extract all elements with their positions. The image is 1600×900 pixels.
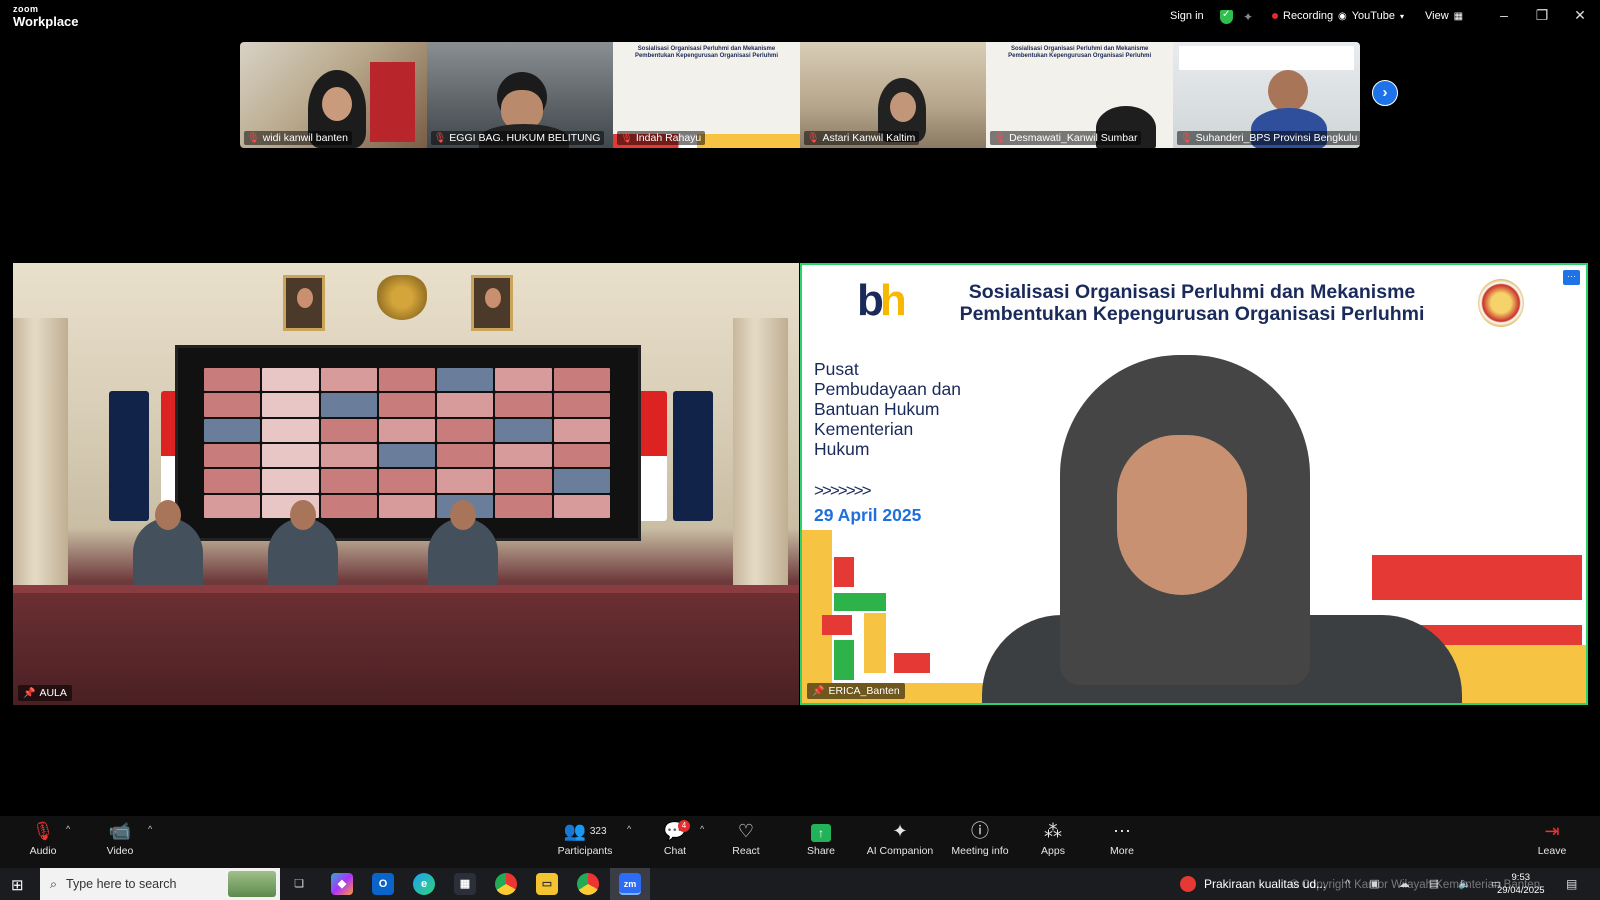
- ministry-emblem: [1478, 279, 1524, 327]
- next-page-button[interactable]: ›: [1372, 80, 1398, 106]
- slide-body: Pusat Pembudayaan dan Bantuan Hukum Keme…: [814, 359, 961, 459]
- copilot-icon[interactable]: ◆: [331, 873, 353, 895]
- slide-date: 29 April 2025: [814, 505, 922, 525]
- sparkle-icon[interactable]: ✦: [1243, 10, 1253, 24]
- muted-mic-icon: 🎙: [806, 132, 820, 144]
- sign-in-link[interactable]: Sign in: [1170, 10, 1204, 22]
- zoom-app-icon[interactable]: zm: [619, 873, 641, 895]
- video-aula[interactable]: 📌 AULA: [13, 263, 799, 705]
- participant-tile[interactable]: 🎙 widi kanwil banten: [240, 42, 427, 148]
- video-options-caret-icon[interactable]: ^: [148, 824, 152, 834]
- muted-mic-icon: 🎙: [620, 132, 633, 144]
- participants-caret-icon[interactable]: ^: [627, 824, 631, 834]
- participants-button[interactable]: 👥 323 Participants: [549, 820, 621, 857]
- participant-name: 🎙 Indah Rahayu: [617, 131, 706, 145]
- broadcast-icon: ◉: [1338, 10, 1347, 22]
- chat-caret-icon[interactable]: ^: [700, 824, 704, 834]
- muted-mic-icon: 🎙: [247, 132, 260, 144]
- ellipsis-icon: ⋯: [1113, 821, 1131, 841]
- institution-flag: [109, 391, 149, 521]
- store-icon[interactable]: ▦: [454, 873, 476, 895]
- garuda-emblem: [377, 275, 427, 320]
- leave-icon: ⇥: [1544, 821, 1560, 841]
- participant-name: 🎙 Suhanderi_BPS Provinsi Bengkulu: [1176, 131, 1360, 145]
- ai-companion-button[interactable]: ✦ AI Companion: [860, 820, 940, 857]
- share-arrow-icon: ↑: [811, 824, 831, 842]
- video-label: 📌 AULA: [18, 685, 72, 701]
- apps-button[interactable]: ⁂ Apps: [1018, 820, 1088, 857]
- muted-mic-icon: 🎙: [433, 132, 447, 144]
- participant-name: 🎙 EGGI BAG. HUKUM BELITUNG: [430, 131, 605, 145]
- slide-title: Sosialisasi Organisasi Perluhmi dan Meka…: [959, 281, 1425, 325]
- task-view-icon[interactable]: ❏: [288, 873, 310, 895]
- copyright-watermark: © Copyright Kantor Wilayah Kementerian B…: [1290, 879, 1541, 891]
- participant-tile[interactable]: Sosialisasi Organisasi Perluhmi dan Meka…: [986, 42, 1173, 148]
- air-quality-icon: [1180, 876, 1196, 892]
- video-label: 📌 ERICA_Banten: [807, 683, 905, 699]
- info-icon: ⓘ: [971, 821, 989, 841]
- participant-tile[interactable]: 🎙 Suhanderi_BPS Provinsi Bengkulu: [1172, 42, 1360, 148]
- share-button[interactable]: ↑ Share: [786, 820, 856, 857]
- wall-screen: [175, 345, 641, 541]
- participant-tile[interactable]: 🎙 EGGI BAG. HUKUM BELITUNG: [426, 42, 614, 148]
- participant-name: 🎙 widi kanwil banten: [244, 131, 352, 145]
- restore-icon[interactable]: ❐: [1527, 7, 1557, 24]
- chevron-down-icon: ▾: [1399, 11, 1404, 21]
- video-active-speaker[interactable]: bh Sosialisasi Organisasi Perluhmi dan M…: [800, 263, 1588, 705]
- recording-dot-icon: [1272, 13, 1278, 19]
- speaker-video: [982, 355, 1462, 703]
- muted-mic-icon: 🎙: [1179, 132, 1193, 144]
- participants-icon: 👥: [563, 821, 586, 841]
- notification-icon[interactable]: ▤: [1566, 877, 1577, 891]
- participant-tile[interactable]: Sosialisasi Organisasi Perluhmi dan Meka…: [613, 42, 800, 148]
- heart-icon: ♡: [737, 821, 755, 841]
- participant-strip: 🎙 widi kanwil banten 🎙 EGGI BAG. HUKUM BEL…: [240, 42, 1360, 148]
- minimize-icon[interactable]: –: [1489, 7, 1519, 23]
- pin-icon: 📌: [23, 687, 36, 699]
- edge-icon[interactable]: e: [413, 873, 435, 895]
- pin-icon: 📌: [812, 685, 825, 697]
- recording-indicator[interactable]: Recording: [1272, 10, 1333, 22]
- more-button[interactable]: ⋯ More: [1087, 820, 1157, 857]
- audio-options-caret-icon[interactable]: ^: [66, 824, 70, 834]
- meeting-info-button[interactable]: ⓘ Meeting info: [944, 820, 1016, 857]
- participant-name: 🎙 Desmawati_Kanwil Sumbar: [990, 131, 1142, 145]
- conference-table: [13, 593, 799, 705]
- chrome-icon[interactable]: [495, 873, 517, 895]
- chrome-profile-icon[interactable]: [577, 873, 599, 895]
- portrait-frame: [283, 275, 325, 331]
- file-explorer-icon[interactable]: ▭: [536, 873, 558, 895]
- chevrons: >>>>>>>: [814, 481, 871, 500]
- search-highlight-image: [228, 871, 276, 897]
- react-button[interactable]: ♡ React: [711, 820, 781, 857]
- title-bar: zoom Workplace Sign in ✦ Recording ◉YouT…: [0, 0, 1600, 36]
- institution-flag: [673, 391, 713, 521]
- livestream-menu[interactable]: ◉ YouTube ▾: [1338, 10, 1404, 22]
- outlook-icon[interactable]: O: [372, 873, 394, 895]
- windows-start-icon[interactable]: ⊞: [11, 876, 24, 894]
- camera-icon: 📹: [108, 821, 132, 841]
- participant-name: 🎙 Astari Kanwil Kaltim: [803, 131, 920, 145]
- meeting-toolbar: 🎙 Audio ^ 📹 Video ^ 👥 323 Participants ^ 💬 4 C…: [0, 816, 1600, 868]
- grid-view-icon: ▦: [1453, 10, 1464, 22]
- chat-badge: 4: [678, 820, 690, 832]
- search-icon: ⌕: [50, 876, 58, 891]
- taskbar-search[interactable]: ⌕ Type here to search: [40, 868, 280, 900]
- leave-button[interactable]: ⇥ Leave: [1522, 820, 1582, 857]
- sparkle-icon: ✦: [892, 821, 908, 841]
- portrait-frame: [471, 275, 513, 331]
- bph-logo: bh: [857, 276, 907, 325]
- more-options-icon[interactable]: ···: [1563, 270, 1580, 285]
- apps-icon: ⁂: [1044, 821, 1062, 841]
- muted-mic-icon: 🎙: [993, 132, 1007, 144]
- video-button[interactable]: 📹 Video: [85, 820, 155, 857]
- security-shield-icon[interactable]: [1220, 9, 1233, 24]
- chevron-right-icon: ›: [1382, 84, 1388, 101]
- participant-tile[interactable]: 🎙 Astari Kanwil Kaltim: [799, 42, 987, 148]
- view-menu[interactable]: View ▦: [1425, 10, 1463, 22]
- zoom-logo: zoom Workplace: [13, 4, 79, 29]
- close-icon[interactable]: ✕: [1565, 7, 1595, 24]
